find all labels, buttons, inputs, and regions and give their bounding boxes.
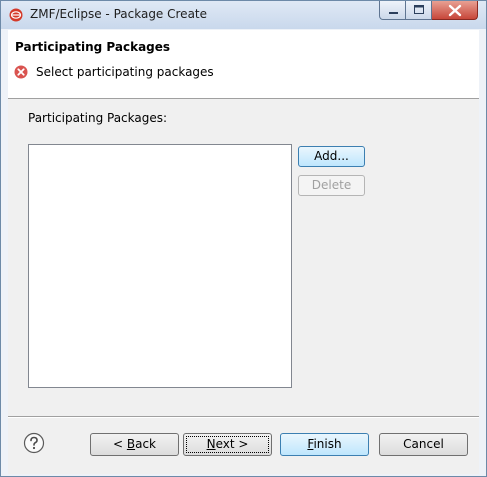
footer-separator: [8, 416, 479, 418]
dialog-body: Participating Packages Select participat…: [8, 30, 479, 474]
maximize-button[interactable]: [406, 1, 432, 20]
finish-button[interactable]: Finish: [280, 433, 369, 456]
help-icon[interactable]: [23, 432, 45, 454]
title-bar[interactable]: ZMF/Eclipse - Package Create: [1, 1, 486, 29]
window-title: ZMF/Eclipse - Package Create: [30, 7, 208, 21]
minimize-icon: [389, 12, 398, 14]
zmf-app-icon: [9, 8, 23, 22]
packages-list[interactable]: [28, 144, 292, 388]
add-button[interactable]: Add...: [298, 146, 365, 167]
back-button-label: ack: [135, 437, 156, 451]
packages-label: Participating Packages:: [28, 111, 168, 125]
back-button-prefix: <: [112, 437, 127, 451]
close-icon: [448, 4, 462, 17]
wizard-header: Participating Packages Select participat…: [8, 30, 479, 99]
page-title: Participating Packages: [15, 40, 171, 54]
minimize-button[interactable]: [379, 1, 406, 20]
error-message: Select participating packages: [36, 65, 214, 79]
back-button[interactable]: < Back: [90, 433, 179, 456]
close-button[interactable]: [432, 1, 478, 20]
dialog-window: ZMF/Eclipse - Package Create Participati…: [0, 0, 487, 477]
finish-button-label: inish: [313, 437, 342, 451]
error-icon: [14, 65, 28, 79]
back-button-mnemonic: B: [126, 437, 136, 451]
maximize-icon: [414, 5, 424, 14]
focus-rect: [186, 436, 269, 453]
next-button[interactable]: Next >: [183, 433, 272, 456]
cancel-button[interactable]: Cancel: [379, 433, 468, 456]
delete-button[interactable]: Delete: [298, 175, 365, 196]
